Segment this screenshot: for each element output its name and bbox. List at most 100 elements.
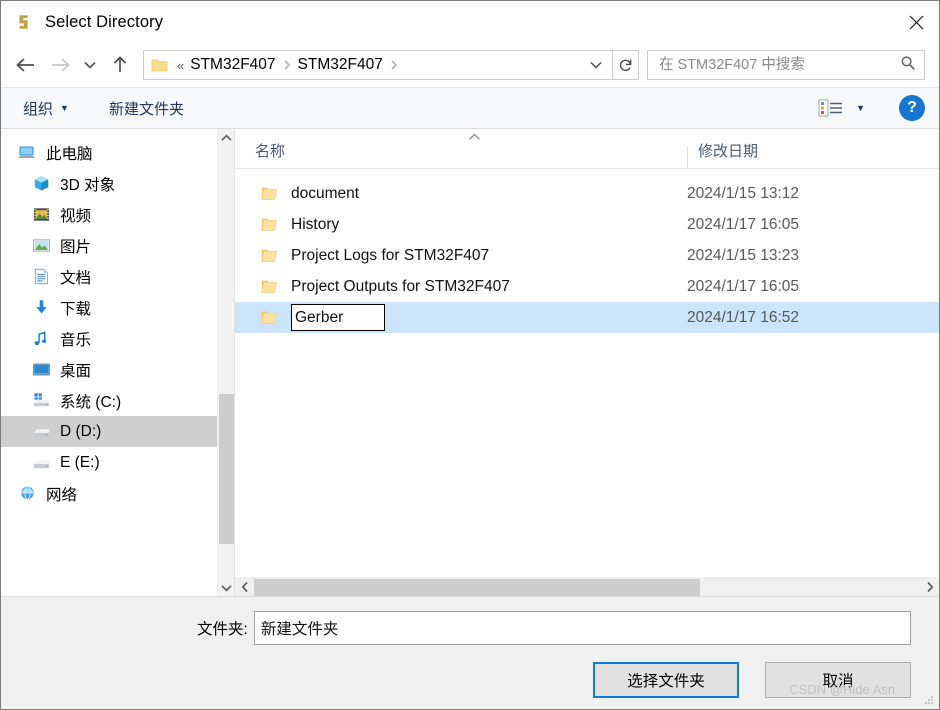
help-label: ? (907, 99, 917, 116)
organize-menu-button[interactable]: 组织 ▼ (23, 98, 69, 119)
sidebar-scroll-thumb[interactable] (219, 394, 234, 544)
breadcrumb-item-2[interactable]: STM32F407 (298, 56, 383, 74)
sidebar-item-0[interactable]: 此电脑 (1, 137, 217, 168)
sidebar-item-3[interactable]: 图片 (1, 230, 217, 261)
column-header-name[interactable]: 名称 (235, 140, 687, 168)
command-bar: 组织 ▼ 新建文件夹 ▼ ? (1, 87, 939, 129)
table-row[interactable]: History 2024/1/17 16:05 (235, 209, 939, 240)
desktop-icon (31, 360, 51, 380)
dialog-footer: 文件夹: 选择文件夹 取消 CSDN @Hide Asn (1, 597, 939, 709)
sidebar-item-6[interactable]: 音乐 (1, 323, 217, 354)
address-bar[interactable]: « STM32F407 STM32F407 (143, 50, 613, 80)
close-button[interactable] (893, 1, 939, 43)
view-options-icon (818, 99, 843, 117)
table-row[interactable]: Project Outputs for STM32F407 2024/1/17 1… (235, 271, 939, 302)
sidebar-item-label: 文档 (60, 269, 92, 287)
sidebar-item-label: 系统 (C:) (60, 393, 122, 411)
this-pc-icon (17, 143, 37, 163)
rename-editor[interactable] (291, 304, 385, 331)
desktop-icon (32, 363, 50, 376)
column-header-row: 名称 修改日期 (235, 129, 939, 169)
sidebar-item-5[interactable]: 下载 (1, 292, 217, 323)
videos-icon (31, 205, 51, 225)
scroll-left-button[interactable] (235, 578, 254, 597)
resize-grip-icon[interactable] (923, 694, 935, 706)
breadcrumb-item-1[interactable]: STM32F407 (190, 56, 275, 74)
up-arrow-icon (113, 56, 127, 72)
select-folder-button[interactable]: 选择文件夹 (593, 662, 739, 698)
table-row[interactable]: 2024/1/17 16:52 (235, 302, 939, 333)
row-name-cell (291, 304, 687, 331)
file-rows: document 2024/1/15 13:12 History 2024/1/17 … (235, 169, 939, 577)
folder-icon (261, 187, 278, 200)
up-button[interactable] (103, 49, 137, 81)
title-bar: Select Directory (1, 1, 939, 43)
sidebar-item-label: 下载 (60, 300, 92, 318)
watermark: CSDN @Hide Asn (789, 682, 895, 697)
breadcrumb-chevron-1[interactable] (283, 59, 291, 71)
column-header-name-label: 名称 (255, 143, 286, 160)
back-button[interactable] (9, 49, 43, 81)
sidebar-item-10[interactable]: E (E:) (1, 447, 217, 478)
folder-name-row: 文件夹: (1, 597, 911, 645)
sidebar-item-1[interactable]: 3D 对象 (1, 168, 217, 199)
drive-icon (33, 429, 49, 438)
music-icon (31, 329, 51, 349)
sidebar-item-label: 音乐 (60, 331, 92, 349)
scroll-right-button[interactable] (920, 578, 939, 597)
column-header-date[interactable]: 修改日期 (687, 143, 758, 168)
row-name-cell: document (291, 184, 360, 202)
sidebar-item-2[interactable]: 视频 (1, 199, 217, 230)
horizontal-scroll-thumb[interactable] (254, 578, 700, 596)
rename-input[interactable] (295, 305, 384, 330)
row-date-cell: 2024/1/15 13:12 (687, 184, 800, 202)
table-row[interactable]: document 2024/1/15 13:12 (235, 178, 939, 209)
sidebar-item-11[interactable]: 网络 (1, 478, 217, 509)
downloads-icon (31, 298, 51, 318)
sort-ascending-icon (468, 132, 481, 144)
network-icon (20, 486, 34, 500)
folder-icon (261, 310, 278, 325)
horizontal-scroll-track[interactable] (254, 578, 920, 597)
folder-icon (151, 58, 168, 73)
search-box[interactable] (647, 50, 925, 80)
sidebar-item-label: E (E:) (60, 453, 100, 471)
horizontal-scrollbar[interactable] (235, 577, 939, 596)
table-row[interactable]: Project Logs for STM32F407 2024/1/15 13:2… (235, 240, 939, 271)
chevron-down-icon (590, 61, 602, 69)
folder-name-input[interactable] (253, 611, 911, 645)
close-icon (909, 15, 923, 29)
navigation-pane: 此电脑 3D 对象视频图片文档下载音乐桌面系统 (C:) D (D:) E (E:) 网… (1, 129, 235, 596)
recent-locations-button[interactable] (77, 49, 103, 81)
sidebar-item-label: 图片 (60, 238, 92, 256)
new-folder-button[interactable]: 新建文件夹 (109, 98, 184, 119)
scroll-up-button[interactable] (218, 129, 235, 146)
folder-icon (261, 218, 278, 231)
search-input[interactable] (657, 51, 900, 79)
sidebar-item-4[interactable]: 文档 (1, 261, 217, 292)
sidebar-item-label: 视频 (60, 207, 92, 225)
chevron-down-icon: ▼ (856, 103, 865, 113)
view-options-button[interactable]: ▼ (816, 97, 867, 119)
folder-label: 文件夹: (197, 621, 248, 638)
navigation-bar: « STM32F407 STM32F407 (1, 43, 939, 87)
row-name-cell: Project Logs for STM32F407 (291, 246, 490, 264)
chevron-right-icon (926, 581, 933, 593)
sidebar-list: 此电脑 3D 对象视频图片文档下载音乐桌面系统 (C:) D (D:) E (E:) 网… (1, 129, 217, 596)
sidebar-item-7[interactable]: 桌面 (1, 354, 217, 385)
scroll-down-button[interactable] (218, 579, 235, 596)
forward-button[interactable] (43, 49, 77, 81)
row-name-cell: Project Outputs for STM32F407 (291, 277, 510, 295)
breadcrumb-overflow[interactable]: « (177, 58, 184, 73)
refresh-button[interactable] (613, 50, 639, 80)
breadcrumb-chevron-2[interactable] (390, 59, 398, 71)
drive-icon (33, 460, 49, 469)
sidebar-scrollbar[interactable] (217, 129, 234, 596)
help-button[interactable]: ? (899, 95, 925, 121)
sidebar-item-9[interactable]: D (D:) (1, 416, 217, 447)
address-dropdown-button[interactable] (584, 52, 608, 78)
folder-icon (261, 311, 278, 324)
select-directory-dialog: Select Directory « STM32F407 STM32F407 在… (0, 0, 940, 710)
sidebar-item-8[interactable]: 系统 (C:) (1, 385, 217, 416)
chevron-left-icon (241, 581, 248, 593)
